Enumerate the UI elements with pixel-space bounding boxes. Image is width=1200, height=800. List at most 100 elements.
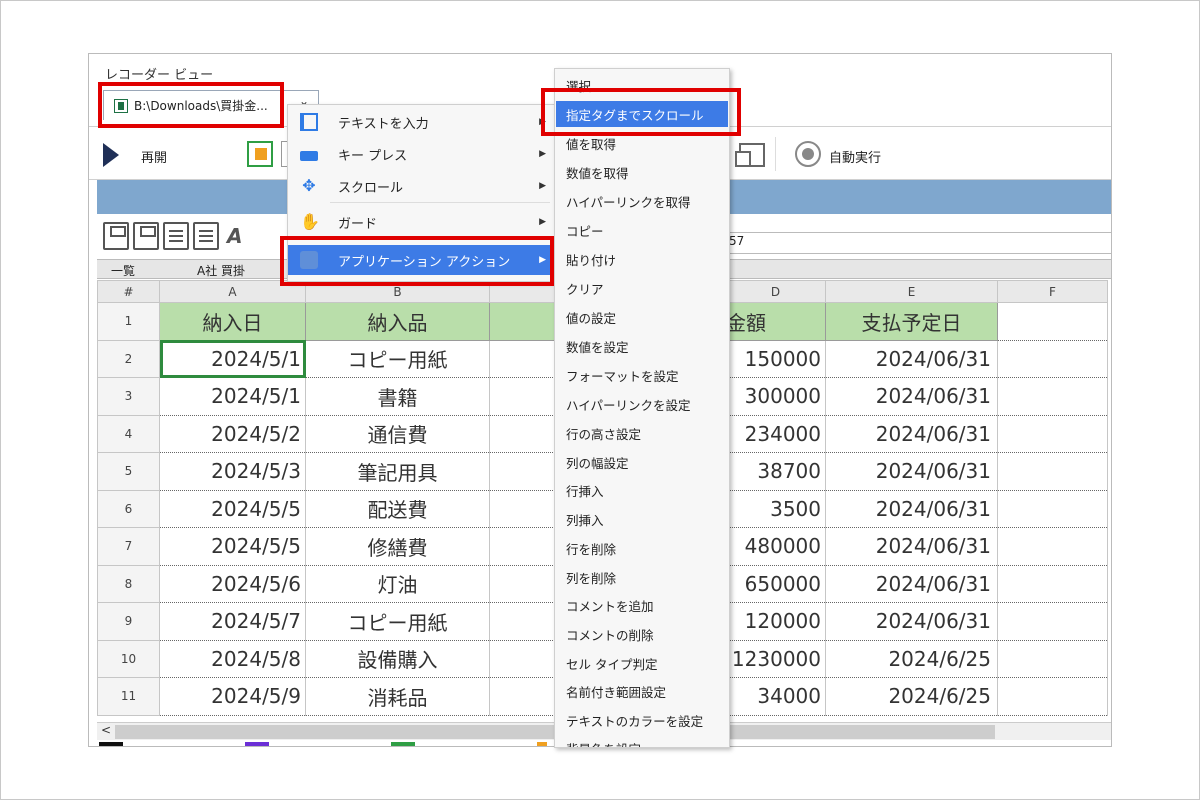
cell[interactable] <box>997 565 1108 603</box>
menu-item-guard[interactable]: ✋ ガード ▶ <box>288 207 554 237</box>
column-header[interactable]: # <box>97 280 160 303</box>
cell[interactable]: 通信費 <box>305 415 490 453</box>
cell[interactable]: 納入品 <box>305 302 490 341</box>
submenu-item[interactable]: 値の設定 <box>556 304 728 330</box>
cell[interactable] <box>997 640 1108 678</box>
submenu-item[interactable]: コメントを追加 <box>556 592 728 618</box>
scroll-left-icon[interactable]: < <box>101 723 111 737</box>
cell[interactable]: コピー用紙 <box>305 340 490 378</box>
cell[interactable] <box>997 302 1108 341</box>
cell[interactable]: 2024/5/3 <box>159 452 306 491</box>
cell[interactable]: 38700 <box>725 452 826 491</box>
submenu-item[interactable]: 背景色を設定 <box>556 735 728 748</box>
cell[interactable]: 300000 <box>725 377 826 416</box>
column-header[interactable]: A <box>159 280 306 303</box>
cell[interactable]: 480000 <box>725 527 826 566</box>
cell[interactable] <box>997 452 1108 491</box>
cell[interactable]: 金額 <box>725 302 826 341</box>
column-header[interactable]: F <box>997 280 1108 303</box>
save-as-icon[interactable] <box>133 222 159 250</box>
paste-icon[interactable] <box>193 222 219 250</box>
submenu-item[interactable]: クリア <box>556 275 728 301</box>
submenu-item[interactable]: 選択 <box>556 72 728 98</box>
menu-item-key-press[interactable]: キー プレス ▶ <box>288 139 554 169</box>
cell[interactable]: 1230000 <box>725 640 826 678</box>
row-number[interactable]: 11 <box>97 677 160 716</box>
cell[interactable]: 消耗品 <box>305 677 490 716</box>
submenu-item[interactable]: フォーマットを設定 <box>556 362 728 388</box>
cell[interactable]: コピー用紙 <box>305 602 490 641</box>
resume-button[interactable]: 再開 <box>141 147 167 166</box>
cell[interactable] <box>997 602 1108 641</box>
submenu-item[interactable]: 行挿入 <box>556 477 728 503</box>
cell[interactable]: 2024/06/31 <box>825 452 998 491</box>
cell[interactable]: 2024/5/5 <box>159 490 306 528</box>
cell[interactable]: 650000 <box>725 565 826 603</box>
cell[interactable]: 2024/5/9 <box>159 677 306 716</box>
submenu-item[interactable]: 値を取得 <box>556 130 728 156</box>
menu-item-text-input[interactable]: テキストを入力 ▶ <box>288 107 554 137</box>
row-number[interactable]: 8 <box>97 564 160 603</box>
submenu-item[interactable]: コピー <box>556 217 728 243</box>
sheet-tab[interactable] <box>537 742 547 746</box>
sheet-tab[interactable] <box>391 742 415 746</box>
auto-run-button[interactable]: 自動実行 <box>829 147 881 166</box>
cell[interactable]: 2024/06/31 <box>825 602 998 641</box>
cell[interactable]: 2024/5/7 <box>159 602 306 641</box>
column-header[interactable]: E <box>825 280 998 303</box>
cell[interactable]: 150000 <box>725 340 826 378</box>
row-number[interactable]: 10 <box>97 639 160 678</box>
selected-cell[interactable]: 2024/5/1 <box>159 340 306 378</box>
cell[interactable]: 2024/06/31 <box>825 340 998 378</box>
play-icon[interactable] <box>103 143 119 167</box>
cell[interactable]: 2024/6/25 <box>825 677 998 716</box>
cell[interactable]: 納入日 <box>159 302 306 341</box>
column-header[interactable]: D <box>725 280 826 303</box>
submenu-item[interactable]: ハイパーリンクを設定 <box>556 391 728 417</box>
sheet-tab[interactable] <box>99 742 123 746</box>
submenu-item[interactable]: 名前付き範囲設定 <box>556 678 728 704</box>
cell[interactable] <box>997 527 1108 566</box>
export-icon[interactable] <box>735 143 765 167</box>
cell[interactable]: 2024/06/31 <box>825 415 998 453</box>
cell[interactable] <box>997 677 1108 716</box>
submenu-item[interactable]: 列の幅設定 <box>556 449 728 475</box>
cell[interactable]: 2024/06/31 <box>825 527 998 566</box>
submenu-item[interactable]: コメントの削除 <box>556 621 728 647</box>
cell[interactable]: 灯油 <box>305 565 490 603</box>
row-number[interactable]: 1 <box>97 302 160 341</box>
cell[interactable]: 書籍 <box>305 377 490 416</box>
menu-item-scroll[interactable]: ✥ スクロール ▶ <box>288 171 554 201</box>
menu-item-application-action[interactable]: アプリケーション アクション ▶ <box>288 245 554 275</box>
cell[interactable] <box>997 340 1108 378</box>
cell[interactable]: 筆記用具 <box>305 452 490 491</box>
column-header[interactable]: B <box>305 280 490 303</box>
cell[interactable]: 2024/5/2 <box>159 415 306 453</box>
cell[interactable]: 設備購入 <box>305 640 490 678</box>
row-number[interactable]: 7 <box>97 527 160 566</box>
cell[interactable]: 34000 <box>725 677 826 716</box>
cell[interactable] <box>997 377 1108 416</box>
cell[interactable]: 2024/06/31 <box>825 377 998 416</box>
copy-icon[interactable] <box>163 222 189 250</box>
row-number[interactable]: 9 <box>97 602 160 641</box>
cell[interactable] <box>997 415 1108 453</box>
cell[interactable]: 2024/5/6 <box>159 565 306 603</box>
cell[interactable]: 3500 <box>725 490 826 528</box>
cell[interactable]: 配送費 <box>305 490 490 528</box>
row-number[interactable]: 3 <box>97 377 160 416</box>
submenu-item-scroll-to-tag[interactable]: 指定タグまでスクロール <box>556 101 728 127</box>
cell[interactable]: 2024/5/8 <box>159 640 306 678</box>
record-icon[interactable] <box>247 141 273 167</box>
submenu-item[interactable]: 列挿入 <box>556 506 728 532</box>
row-number[interactable]: 6 <box>97 489 160 528</box>
cell[interactable]: 支払予定日 <box>825 302 998 341</box>
row-number[interactable]: 2 <box>97 339 160 378</box>
cell[interactable]: 2024/06/31 <box>825 565 998 603</box>
submenu-item[interactable]: 行の高さ設定 <box>556 420 728 446</box>
sheet-tab[interactable] <box>245 742 269 746</box>
submenu-item[interactable]: 貼り付け <box>556 246 728 272</box>
auto-run-icon[interactable] <box>795 141 821 167</box>
submenu-item[interactable]: 列を削除 <box>556 564 728 590</box>
row-number[interactable]: 5 <box>97 452 160 491</box>
